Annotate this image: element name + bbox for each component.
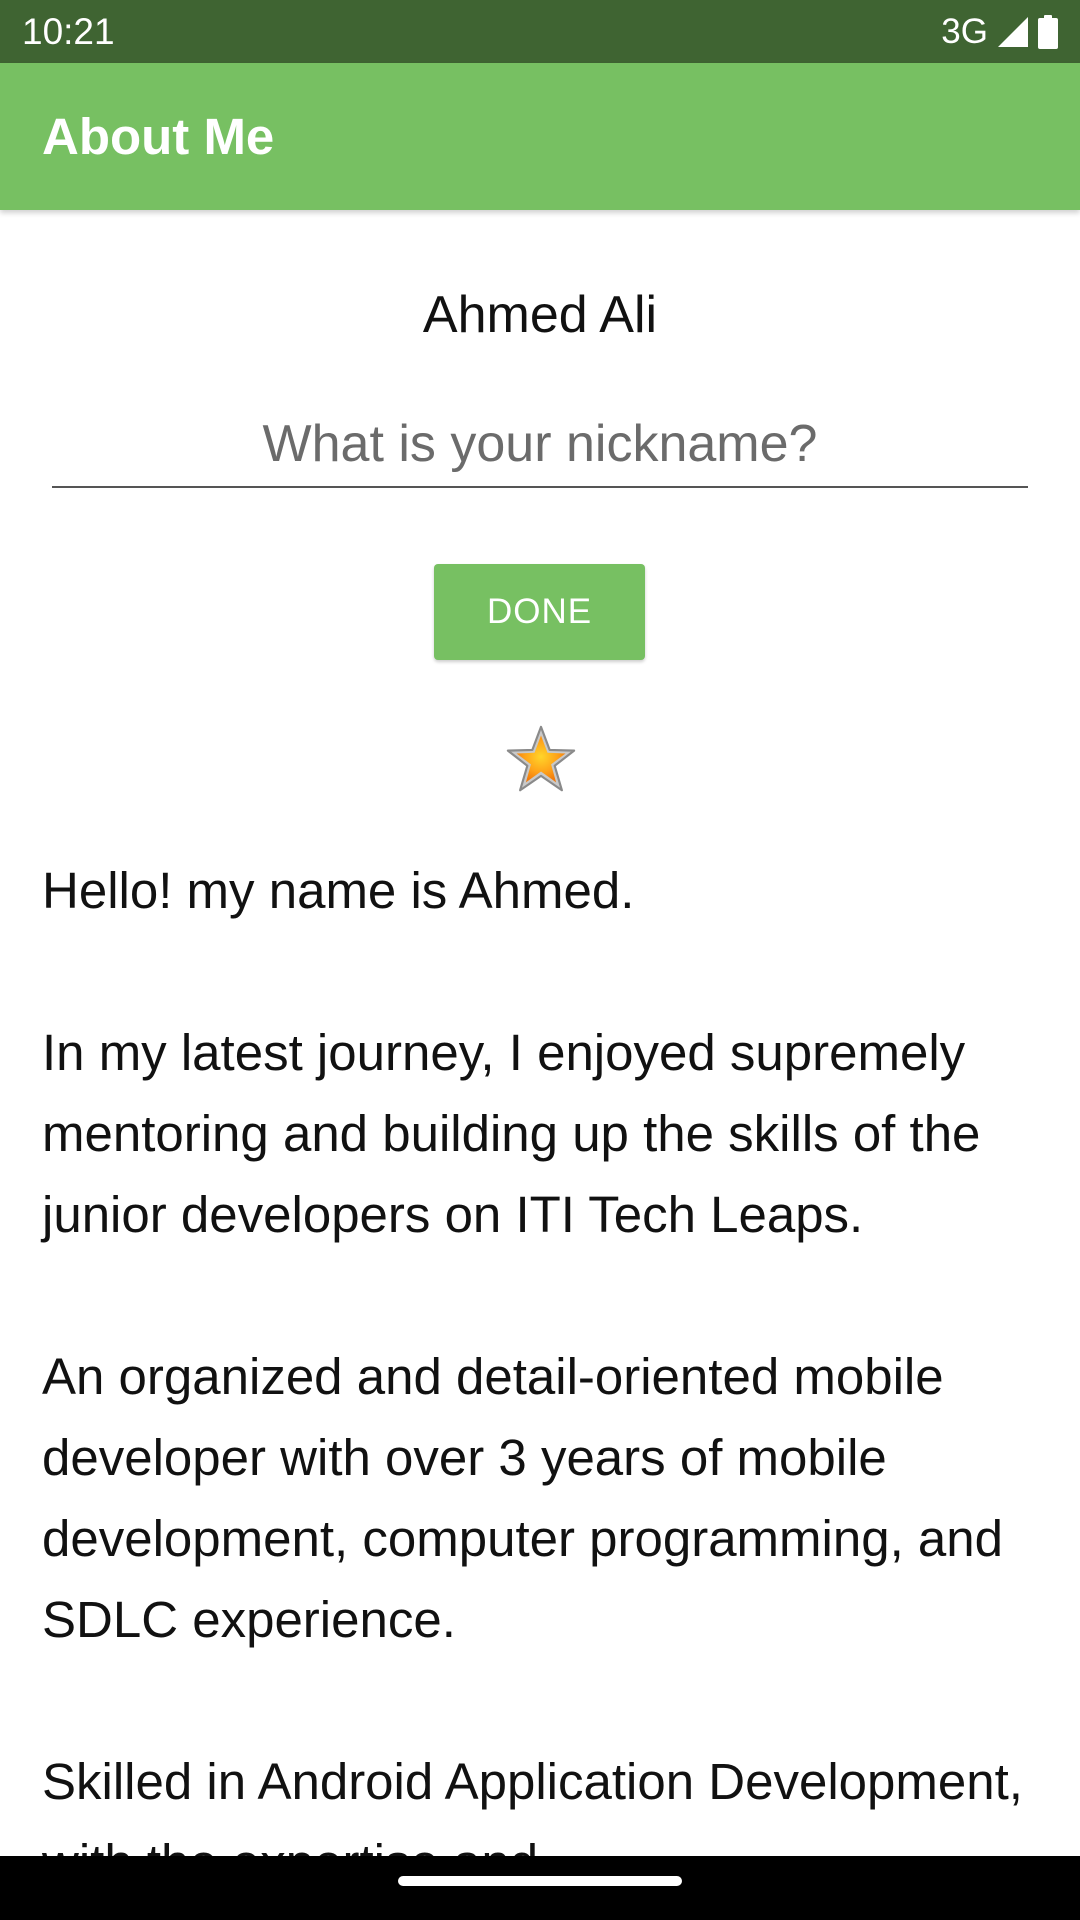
- content-scroll[interactable]: Ahmed Ali DONE Hello! my name is Ahmed. …: [0, 210, 1080, 1856]
- signal-icon: [998, 17, 1028, 47]
- app-bar: About Me: [0, 63, 1080, 210]
- screen: 10:21 3G About Me Ahmed Ali DONE: [0, 0, 1080, 1920]
- home-gesture-handle[interactable]: [398, 1876, 682, 1886]
- nickname-input[interactable]: [52, 406, 1028, 482]
- navigation-bar: [0, 1856, 1080, 1920]
- status-time: 10:21: [22, 11, 115, 52]
- status-indicators: 3G: [941, 10, 1058, 54]
- battery-icon: [1038, 15, 1058, 49]
- name-text: Ahmed Ali: [422, 286, 658, 344]
- app-title: About Me: [42, 108, 275, 165]
- nickname-field-container: [52, 406, 1028, 488]
- status-bar: 10:21 3G: [0, 0, 1080, 63]
- network-type: 3G: [941, 12, 988, 51]
- star-icon: [506, 725, 576, 792]
- done-button[interactable]: DONE: [434, 564, 645, 660]
- bio-text: Hello! my name is Ahmed. In my latest jo…: [42, 862, 1023, 1856]
